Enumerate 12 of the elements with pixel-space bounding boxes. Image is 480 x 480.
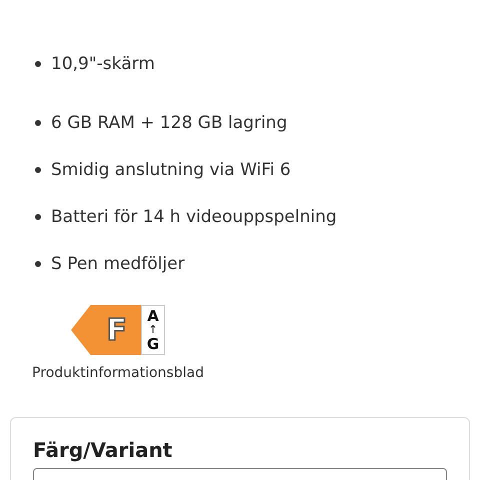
bullet-icon — [35, 120, 41, 126]
feature-text: Batteri för 14 h videouppspelning — [51, 206, 337, 226]
bullet-icon — [35, 61, 41, 67]
feature-text: 6 GB RAM + 128 GB lagring — [51, 112, 288, 132]
card-title: Färg/Variant — [33, 438, 174, 462]
product-info-link[interactable]: Produktinformationsblad — [32, 365, 204, 381]
bullet-icon — [35, 260, 41, 266]
feature-text: 10,9"-skärm — [51, 54, 155, 74]
bullet-icon — [35, 214, 41, 220]
feature-text: Smidig anslutning via WiFi 6 — [51, 160, 291, 180]
bullet-icon — [35, 166, 41, 172]
feature-text: S Pen medföljer — [51, 254, 185, 274]
